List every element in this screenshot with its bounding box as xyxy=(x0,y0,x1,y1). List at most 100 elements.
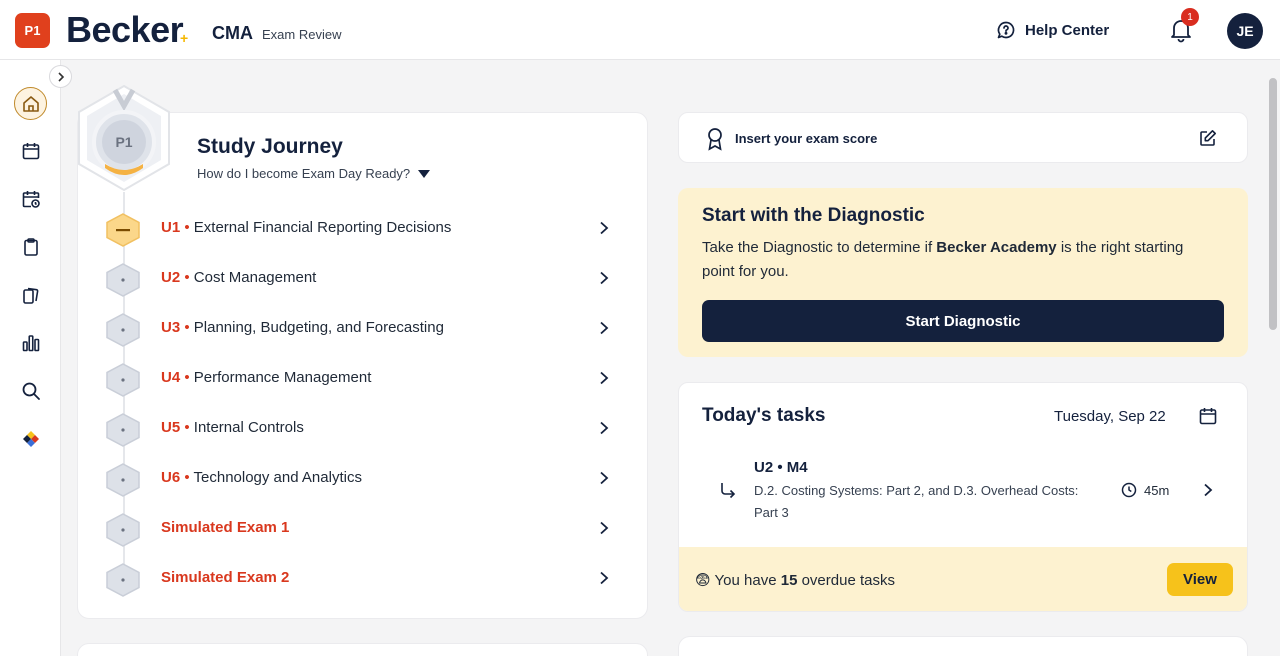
bar-chart-icon xyxy=(22,335,40,352)
award-ribbon-icon xyxy=(708,128,722,151)
unit-code: U1 xyxy=(161,219,181,236)
unit-name: Planning, Budgeting, and Forecasting xyxy=(189,319,444,336)
task-code[interactable]: U2 • M4 xyxy=(754,459,808,476)
sidebar-item-academy[interactable] xyxy=(19,427,43,451)
user-avatar[interactable]: JE xyxy=(1227,13,1263,49)
unit-name: Performance Management xyxy=(189,369,372,386)
chevron-right-icon xyxy=(57,71,64,82)
sidebar-item-flashcards[interactable] xyxy=(19,283,43,307)
calendar-icon[interactable] xyxy=(1198,406,1218,426)
exam-code: CMA xyxy=(212,23,253,43)
top-header: P1 Becker + CMA Exam Review Help Center … xyxy=(0,0,1280,60)
sidebar-item-performance[interactable] xyxy=(19,331,43,355)
medal-badge-icon: P1 xyxy=(78,84,170,192)
chevron-right-icon xyxy=(600,571,609,585)
sidebar-expand-button[interactable] xyxy=(49,65,72,88)
locked-hex-icon xyxy=(106,563,140,597)
unit-row-u4[interactable]: U4 • Performance Management xyxy=(105,359,625,399)
chevron-right-icon xyxy=(600,521,609,535)
simulated-exam-2-row[interactable]: Simulated Exam 2 xyxy=(105,559,625,599)
simulated-exam-label: Simulated Exam 1 xyxy=(161,519,290,536)
unit-code: U2 xyxy=(161,269,181,286)
unit-code: U5 xyxy=(161,419,181,436)
simulated-exam-1-row[interactable]: Simulated Exam 1 xyxy=(105,509,625,549)
help-center-link[interactable]: Help Center xyxy=(996,20,1109,40)
locked-hex-icon xyxy=(106,513,140,547)
page-scrollbar-thumb[interactable] xyxy=(1269,78,1277,330)
becker-logo[interactable]: Becker xyxy=(66,9,184,51)
chevron-right-icon xyxy=(600,271,609,285)
chevron-right-icon xyxy=(600,371,609,385)
unit-row-u2[interactable]: U2 • Cost Management xyxy=(105,259,625,299)
insert-score-label: Insert your exam score xyxy=(735,131,878,146)
diagnostic-description: Take the Diagnostic to determine if Beck… xyxy=(702,239,1184,280)
notification-badge: 1 xyxy=(1181,8,1199,26)
start-diagnostic-button[interactable]: Start Diagnostic xyxy=(702,300,1224,342)
home-icon xyxy=(22,95,39,112)
medal-label: P1 xyxy=(115,134,132,150)
tasks-date: Tuesday, Sep 22 xyxy=(1054,408,1166,425)
chevron-right-icon xyxy=(600,221,609,235)
search-icon xyxy=(22,382,40,400)
task-description[interactable]: D.2. Costing Systems: Part 2, and D.3. O… xyxy=(754,480,1084,524)
diagnostic-card: Start with the Diagnostic Take the Diagn… xyxy=(678,188,1248,357)
chevron-right-icon[interactable] xyxy=(1202,483,1214,497)
unit-separator: • xyxy=(180,269,190,286)
unit-separator: • xyxy=(180,469,190,486)
unit-separator: • xyxy=(180,219,190,236)
unit-row-u6[interactable]: U6 • Technology and Analytics xyxy=(105,459,625,499)
part-badge[interactable]: P1 xyxy=(15,13,50,48)
unit-name: Internal Controls xyxy=(189,419,304,436)
next-card-left xyxy=(77,643,648,656)
locked-hex-icon xyxy=(106,463,140,497)
clipboard-icon xyxy=(24,238,38,256)
unit-name: Technology and Analytics xyxy=(189,469,362,486)
calendar-clock-icon xyxy=(22,191,40,208)
sidebar-item-clipboard[interactable] xyxy=(19,235,43,259)
unit-separator: • xyxy=(180,319,190,336)
chevron-right-icon xyxy=(600,471,609,485)
unit-name: Cost Management xyxy=(189,269,317,286)
edit-icon[interactable] xyxy=(1199,129,1217,147)
becker-academy-highlight: Becker Academy xyxy=(936,239,1057,256)
chevron-right-icon xyxy=(600,421,609,435)
calendar-icon xyxy=(22,143,40,160)
todays-tasks-card: Today's tasks Tuesday, Sep 22 U2 • M4 D.… xyxy=(678,382,1248,612)
unit-row-u3[interactable]: U3 • Planning, Budgeting, and Forecastin… xyxy=(105,309,625,349)
unit-row-u1[interactable]: U1 • External Financial Reporting Decisi… xyxy=(105,209,625,249)
flashcards-icon xyxy=(23,287,39,304)
logo-plus-icon: + xyxy=(180,30,189,46)
sidebar-item-search[interactable] xyxy=(19,379,43,403)
caret-down-icon xyxy=(418,169,431,178)
unit-row-u5[interactable]: U5 • Internal Controls xyxy=(105,409,625,449)
locked-hex-icon xyxy=(106,363,140,397)
overdue-tasks-message: 😨 You have 15 overdue tasks xyxy=(695,572,895,589)
exam-subtitle: Exam Review xyxy=(262,27,342,42)
overdue-count: 15 xyxy=(780,572,798,589)
study-journey-title: Study Journey xyxy=(197,135,343,158)
chevron-right-icon xyxy=(600,321,609,335)
unit-name: External Financial Reporting Decisions xyxy=(189,219,452,236)
clock-icon xyxy=(1121,482,1137,498)
exam-ready-label: How do I become Exam Day Ready? xyxy=(197,166,411,181)
todays-tasks-title: Today's tasks xyxy=(702,405,826,426)
unit-separator: • xyxy=(180,419,190,436)
view-overdue-button[interactable]: View xyxy=(1167,563,1233,596)
overdue-tasks-banner: 😨 You have 15 overdue tasks View xyxy=(679,547,1247,611)
academy-logo-icon xyxy=(23,431,39,447)
locked-hex-icon xyxy=(106,313,140,347)
locked-hex-icon xyxy=(106,413,140,447)
sidebar-item-home[interactable] xyxy=(14,87,47,120)
unit-code: U6 xyxy=(161,469,181,486)
sidebar-item-study-plan[interactable] xyxy=(19,187,43,211)
locked-hex-icon xyxy=(106,263,140,297)
next-card-right xyxy=(678,636,1248,656)
exam-ready-dropdown[interactable]: How do I become Exam Day Ready? xyxy=(197,166,431,181)
unit-code: U4 xyxy=(161,369,181,386)
help-bubble-icon xyxy=(997,21,1015,39)
sidebar-item-calendar[interactable] xyxy=(19,139,43,163)
task-duration: 45m xyxy=(1121,482,1169,498)
in-progress-hex-icon xyxy=(106,213,140,247)
unit-separator: • xyxy=(180,369,190,386)
insert-exam-score-card[interactable]: Insert your exam score xyxy=(678,112,1248,163)
